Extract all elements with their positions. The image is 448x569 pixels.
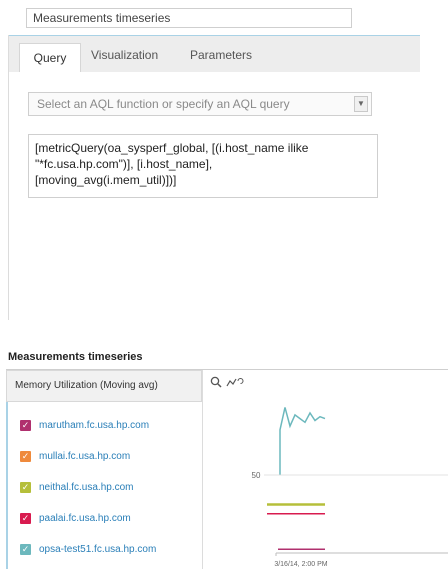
x-tick-label: 3/16/14, 2:00 PM [274, 561, 327, 568]
series-line [279, 407, 326, 475]
series-layer [267, 407, 326, 551]
y-tick-label: 50 [252, 471, 261, 480]
timeseries-chart: 50 3/16/14, 2:00 PM [252, 407, 448, 568]
